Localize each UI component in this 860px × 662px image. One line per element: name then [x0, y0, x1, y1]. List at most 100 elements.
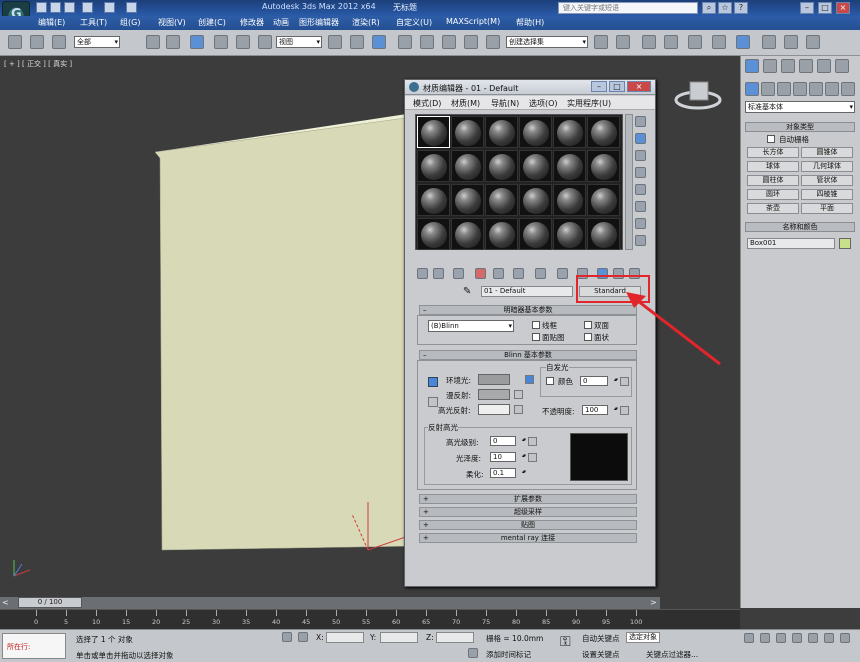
open-file-icon[interactable] — [50, 2, 61, 13]
ambient-color-swatch[interactable] — [478, 374, 510, 385]
selection-filter-dropdown[interactable]: 全部 — [74, 36, 120, 48]
selection-lock-icon[interactable] — [282, 632, 292, 642]
make-unique-icon[interactable] — [513, 268, 524, 279]
object-geosphere-button[interactable]: 几何球体 — [801, 161, 853, 172]
material-editor-close-button[interactable]: × — [627, 81, 651, 92]
sample-slot[interactable] — [451, 184, 484, 216]
mated-menu-navigation[interactable]: 导航(N) — [491, 98, 519, 109]
self-illum-spinner[interactable]: 0 — [580, 376, 617, 386]
mated-menu-options[interactable]: 选项(O) — [529, 98, 558, 109]
key-filters-button[interactable]: 关键点过滤器... — [646, 649, 698, 660]
mental-ray-rollout[interactable]: mental ray 连接 — [419, 533, 637, 543]
object-color-swatch[interactable] — [839, 238, 851, 249]
close-button[interactable]: × — [836, 2, 850, 14]
material-name-field[interactable]: 01 - Default — [481, 286, 573, 297]
auto-grid-checkbox[interactable] — [767, 135, 775, 143]
zoom-icon[interactable] — [744, 633, 754, 643]
mirror-icon[interactable] — [594, 35, 608, 49]
specular-color-swatch[interactable] — [478, 404, 510, 415]
maximize-button[interactable]: □ — [818, 2, 832, 14]
object-box-button[interactable]: 长方体 — [747, 147, 799, 158]
mated-menu-utilities[interactable]: 实用程序(U) — [567, 98, 611, 109]
object-cone-button[interactable]: 圆锥体 — [801, 147, 853, 158]
ambient-map-lock-button[interactable] — [525, 375, 534, 384]
new-file-icon[interactable] — [36, 2, 47, 13]
search-input[interactable]: 键入关键字或短语 — [558, 2, 698, 14]
set-key-icon[interactable]: ⚿ — [560, 634, 571, 650]
unlink-icon[interactable] — [30, 35, 44, 49]
select-by-name-icon[interactable] — [166, 35, 180, 49]
edit-named-selection-icon[interactable] — [486, 35, 500, 49]
field-of-view-icon[interactable] — [792, 633, 802, 643]
bind-space-warp-icon[interactable] — [52, 35, 66, 49]
layer-manager-icon[interactable] — [642, 35, 656, 49]
space-warps-icon[interactable] — [825, 82, 839, 96]
sample-slot[interactable] — [553, 150, 586, 182]
glossiness-map-button[interactable] — [528, 453, 537, 462]
material-id-channel-icon[interactable] — [557, 268, 568, 279]
pan-view-icon[interactable] — [808, 633, 818, 643]
sample-slot[interactable] — [485, 184, 518, 216]
options-icon[interactable] — [635, 218, 646, 229]
zoom-extents-icon[interactable] — [776, 633, 786, 643]
lock-ambient-diffuse-icon[interactable] — [428, 377, 438, 387]
menu-tools[interactable]: 工具(T) — [80, 17, 107, 28]
systems-icon[interactable] — [841, 82, 855, 96]
sample-slot[interactable] — [417, 150, 450, 182]
create-tab-icon[interactable] — [745, 59, 759, 73]
make-copy-icon[interactable] — [493, 268, 504, 279]
orbit-icon[interactable] — [824, 633, 834, 643]
timeline-ruler[interactable]: 0 5 10 15 20 25 30 35 40 45 50 55 60 65 … — [0, 609, 740, 629]
object-pyramid-button[interactable]: 四棱锥 — [801, 189, 853, 200]
auto-key-button[interactable]: 自动关键点 — [582, 633, 620, 644]
assign-to-selection-icon[interactable] — [453, 268, 464, 279]
sample-slot[interactable] — [485, 218, 518, 250]
diffuse-map-button[interactable] — [514, 390, 523, 399]
menu-maxscript[interactable]: MAXScript(M) — [446, 17, 500, 26]
sample-slot[interactable] — [553, 184, 586, 216]
object-torus-button[interactable]: 圆环 — [747, 189, 799, 200]
cameras-icon[interactable] — [793, 82, 807, 96]
keyboard-shortcut-override-icon[interactable] — [372, 35, 386, 49]
z-coord-field[interactable] — [436, 632, 474, 643]
link-icon[interactable] — [8, 35, 22, 49]
minimize-button[interactable]: – — [800, 2, 814, 14]
time-next-icon[interactable]: > — [650, 598, 657, 607]
sample-slot[interactable] — [587, 116, 620, 148]
menu-modifiers[interactable]: 修改器 — [240, 17, 264, 28]
geometry-icon[interactable] — [745, 82, 759, 96]
video-color-check-icon[interactable] — [635, 184, 646, 195]
time-prev-icon[interactable]: < — [2, 598, 9, 607]
align-icon[interactable] — [616, 35, 630, 49]
sample-slot[interactable] — [587, 184, 620, 216]
mated-menu-mode[interactable]: 模式(D) — [413, 98, 441, 109]
opacity-map-button[interactable] — [620, 406, 629, 415]
search-icon[interactable]: ⌕ — [702, 2, 716, 14]
sample-slot[interactable] — [519, 150, 552, 182]
opacity-spinner[interactable]: 100 — [582, 405, 617, 415]
render-setup-icon[interactable] — [762, 35, 776, 49]
supersampling-rollout[interactable]: 超级采样 — [419, 507, 637, 517]
background-icon[interactable] — [635, 150, 646, 161]
undo-icon[interactable] — [82, 2, 93, 13]
sample-slot[interactable] — [553, 218, 586, 250]
make-preview-icon[interactable] — [635, 201, 646, 212]
display-tab-icon[interactable] — [817, 59, 831, 73]
reset-map-icon[interactable] — [475, 268, 486, 279]
render-production-icon[interactable] — [806, 35, 820, 49]
sample-slot[interactable] — [417, 116, 450, 148]
viewcube-icon[interactable] — [689, 81, 709, 101]
backlight-icon[interactable] — [635, 133, 646, 144]
sample-slot[interactable] — [587, 218, 620, 250]
curve-editor-icon[interactable] — [688, 35, 702, 49]
sample-slot[interactable] — [485, 116, 518, 148]
select-by-material-icon[interactable] — [635, 235, 646, 246]
motion-tab-icon[interactable] — [799, 59, 813, 73]
time-slider-thumb[interactable]: 0 / 100 — [18, 597, 82, 608]
modify-tab-icon[interactable] — [763, 59, 777, 73]
object-sphere-button[interactable]: 球体 — [747, 161, 799, 172]
two-sided-checkbox[interactable] — [584, 321, 592, 329]
menu-create[interactable]: 创建(C) — [198, 17, 226, 28]
menu-rendering[interactable]: 渲染(R) — [352, 17, 380, 28]
sample-type-icon[interactable] — [635, 116, 646, 127]
